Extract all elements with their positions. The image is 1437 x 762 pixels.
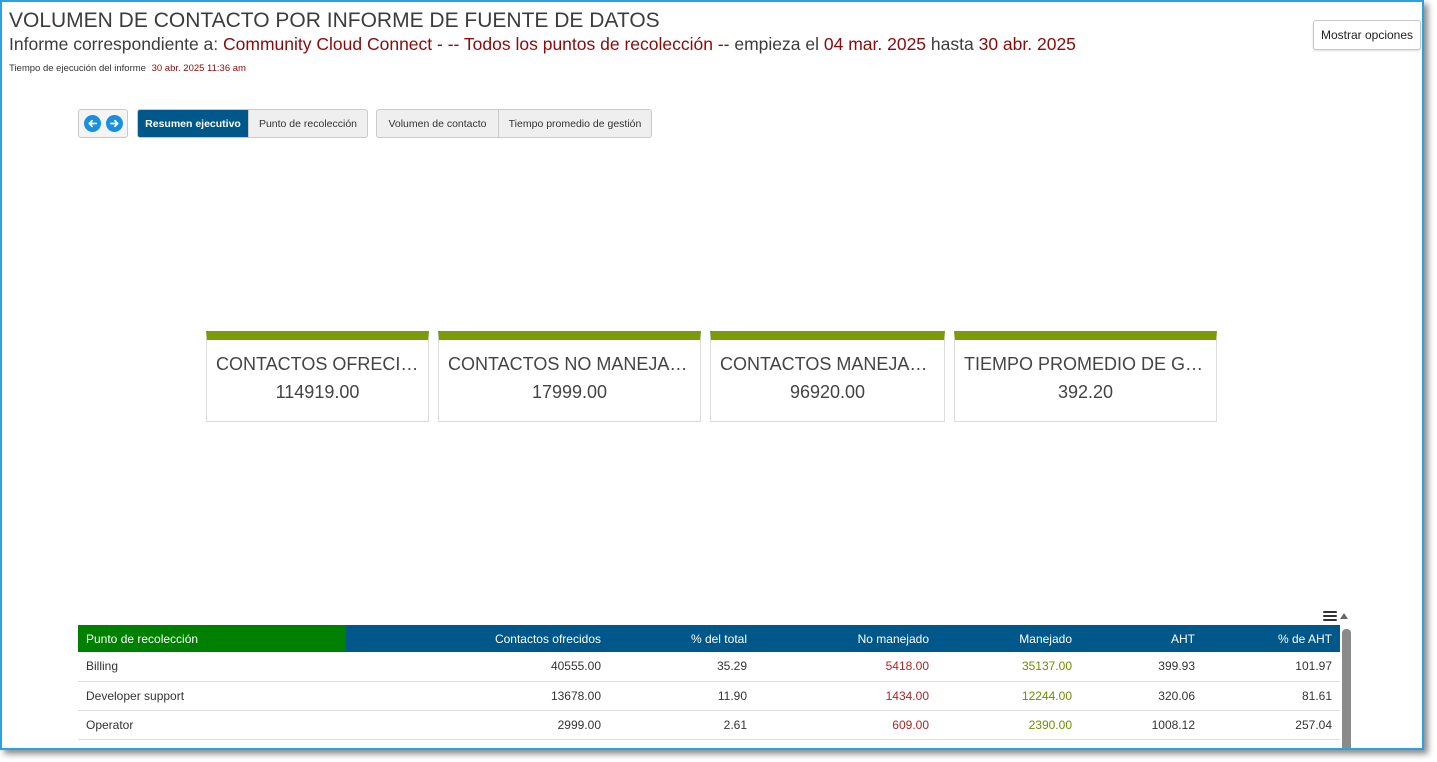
arrow-left-circle-icon[interactable]	[83, 115, 101, 132]
tab-average-handle-time[interactable]: Tiempo promedio de gestión	[498, 110, 651, 137]
kpi-card-average-handle-time: TIEMPO PROMEDIO DE GESTIÓN 392.20	[954, 331, 1217, 422]
column-header-aht[interactable]: AHT	[1080, 625, 1203, 652]
collection-points: - -- Todos los puntos de recolección --	[437, 34, 730, 54]
table-row[interactable]: Developer support 13678.00 11.90 1434.00…	[78, 681, 1340, 711]
cell-not-handled: 1434.00	[755, 681, 937, 711]
source-name: Community Cloud Connect	[223, 34, 433, 54]
kpi-value: 17999.00	[531, 382, 608, 402]
starts-label: empieza el	[734, 34, 819, 54]
column-header-percent-aht[interactable]: % de AHT	[1203, 625, 1340, 652]
cell-collection-point: Operator	[78, 710, 346, 740]
kpi-label: CONTACTOS MANEJADOS	[720, 354, 935, 374]
cell-handled: 12244.00	[937, 681, 1080, 711]
cell-not-handled: 5418.00	[755, 652, 937, 682]
table-header-row: Punto de recolección Contactos ofrecidos…	[78, 625, 1340, 652]
cell-aht: 320.06	[1080, 681, 1203, 711]
subtitle-prefix: Informe correspondiente a:	[9, 34, 219, 54]
kpi-card-offered: CONTACTOS OFRECIDOS 114919.00	[206, 331, 429, 422]
column-header-handled[interactable]: Manejado	[937, 625, 1080, 652]
kpi-label: TIEMPO PROMEDIO DE GESTIÓN	[964, 354, 1207, 374]
tab-collection-point[interactable]: Punto de recolección	[248, 110, 367, 137]
table-row[interactable]: Billing 40555.00 35.29 5418.00 35137.00 …	[78, 652, 1340, 682]
navigation-arrows	[78, 109, 128, 138]
column-header-offered[interactable]: Contactos ofrecidos	[346, 625, 609, 652]
kpi-value: 392.20	[1057, 382, 1114, 402]
kpi-label: CONTACTOS NO MANEJADOS	[448, 354, 691, 374]
column-header-not-handled[interactable]: No manejado	[755, 625, 937, 652]
cell-handled: 35137.00	[937, 652, 1080, 682]
caret-up-icon	[1340, 613, 1348, 619]
kpi-value: 96920.00	[789, 382, 866, 402]
cell-percent-total: 35.29	[609, 652, 755, 682]
cell-handled: 2390.00	[937, 710, 1080, 740]
arrow-right-circle-icon[interactable]	[105, 115, 123, 132]
until-label: hasta	[930, 34, 974, 54]
tab-executive-summary[interactable]: Resumen ejecutivo	[138, 110, 248, 137]
cell-percent-total: 11.90	[609, 681, 755, 711]
cell-percent-aht: 257.04	[1203, 710, 1340, 740]
column-header-collection-point[interactable]: Punto de recolección	[78, 625, 346, 652]
tab-group-summary: Resumen ejecutivo Punto de recolección	[137, 109, 368, 138]
kpi-value: 114919.00	[275, 382, 360, 402]
cell-not-handled: 609.00	[755, 710, 937, 740]
cell-percent-aht: 81.61	[1203, 681, 1340, 711]
exec-label: Tiempo de ejecución del informe	[9, 63, 146, 74]
hamburger-menu-icon[interactable]	[1323, 608, 1349, 624]
exec-time: 30 abr. 2025 11:36 am	[151, 63, 246, 74]
collection-point-table: Punto de recolección Contactos ofrecidos…	[78, 625, 1340, 740]
table-scrollbar[interactable]	[1342, 629, 1351, 748]
cell-offered: 13678.00	[346, 681, 609, 711]
show-options-button[interactable]: Mostrar opciones	[1313, 20, 1421, 50]
kpi-card-handled: CONTACTOS MANEJADOS 96920.00	[710, 331, 945, 422]
cell-collection-point: Developer support	[78, 681, 346, 711]
end-date: 30 abr. 2025	[978, 34, 1076, 54]
tab-contact-volume[interactable]: Volumen de contacto	[377, 110, 498, 137]
kpi-card-not-handled: CONTACTOS NO MANEJADOS 17999.00	[438, 331, 701, 422]
cell-offered: 40555.00	[346, 652, 609, 682]
start-date: 04 mar. 2025	[823, 34, 927, 54]
report-subtitle: Informe correspondiente a: Community Clo…	[9, 34, 1076, 55]
cell-aht: 1008.12	[1080, 710, 1203, 740]
kpi-label: CONTACTOS OFRECIDOS	[216, 354, 419, 374]
execution-time-line: Tiempo de ejecución del informe 30 abr. …	[9, 63, 246, 74]
column-header-percent-total[interactable]: % del total	[609, 625, 755, 652]
page-title: VOLUMEN DE CONTACTO POR INFORME DE FUENT…	[9, 9, 660, 32]
table-row[interactable]: Operator 2999.00 2.61 609.00 2390.00 100…	[78, 710, 1340, 740]
cell-percent-aht: 101.97	[1203, 652, 1340, 682]
cell-offered: 2999.00	[346, 710, 609, 740]
cell-percent-total: 2.61	[609, 710, 755, 740]
report-window: VOLUMEN DE CONTACTO POR INFORME DE FUENT…	[0, 0, 1424, 750]
cell-aht: 399.93	[1080, 652, 1203, 682]
tab-group-metrics: Volumen de contacto Tiempo promedio de g…	[376, 109, 652, 138]
cell-collection-point: Billing	[78, 652, 346, 682]
